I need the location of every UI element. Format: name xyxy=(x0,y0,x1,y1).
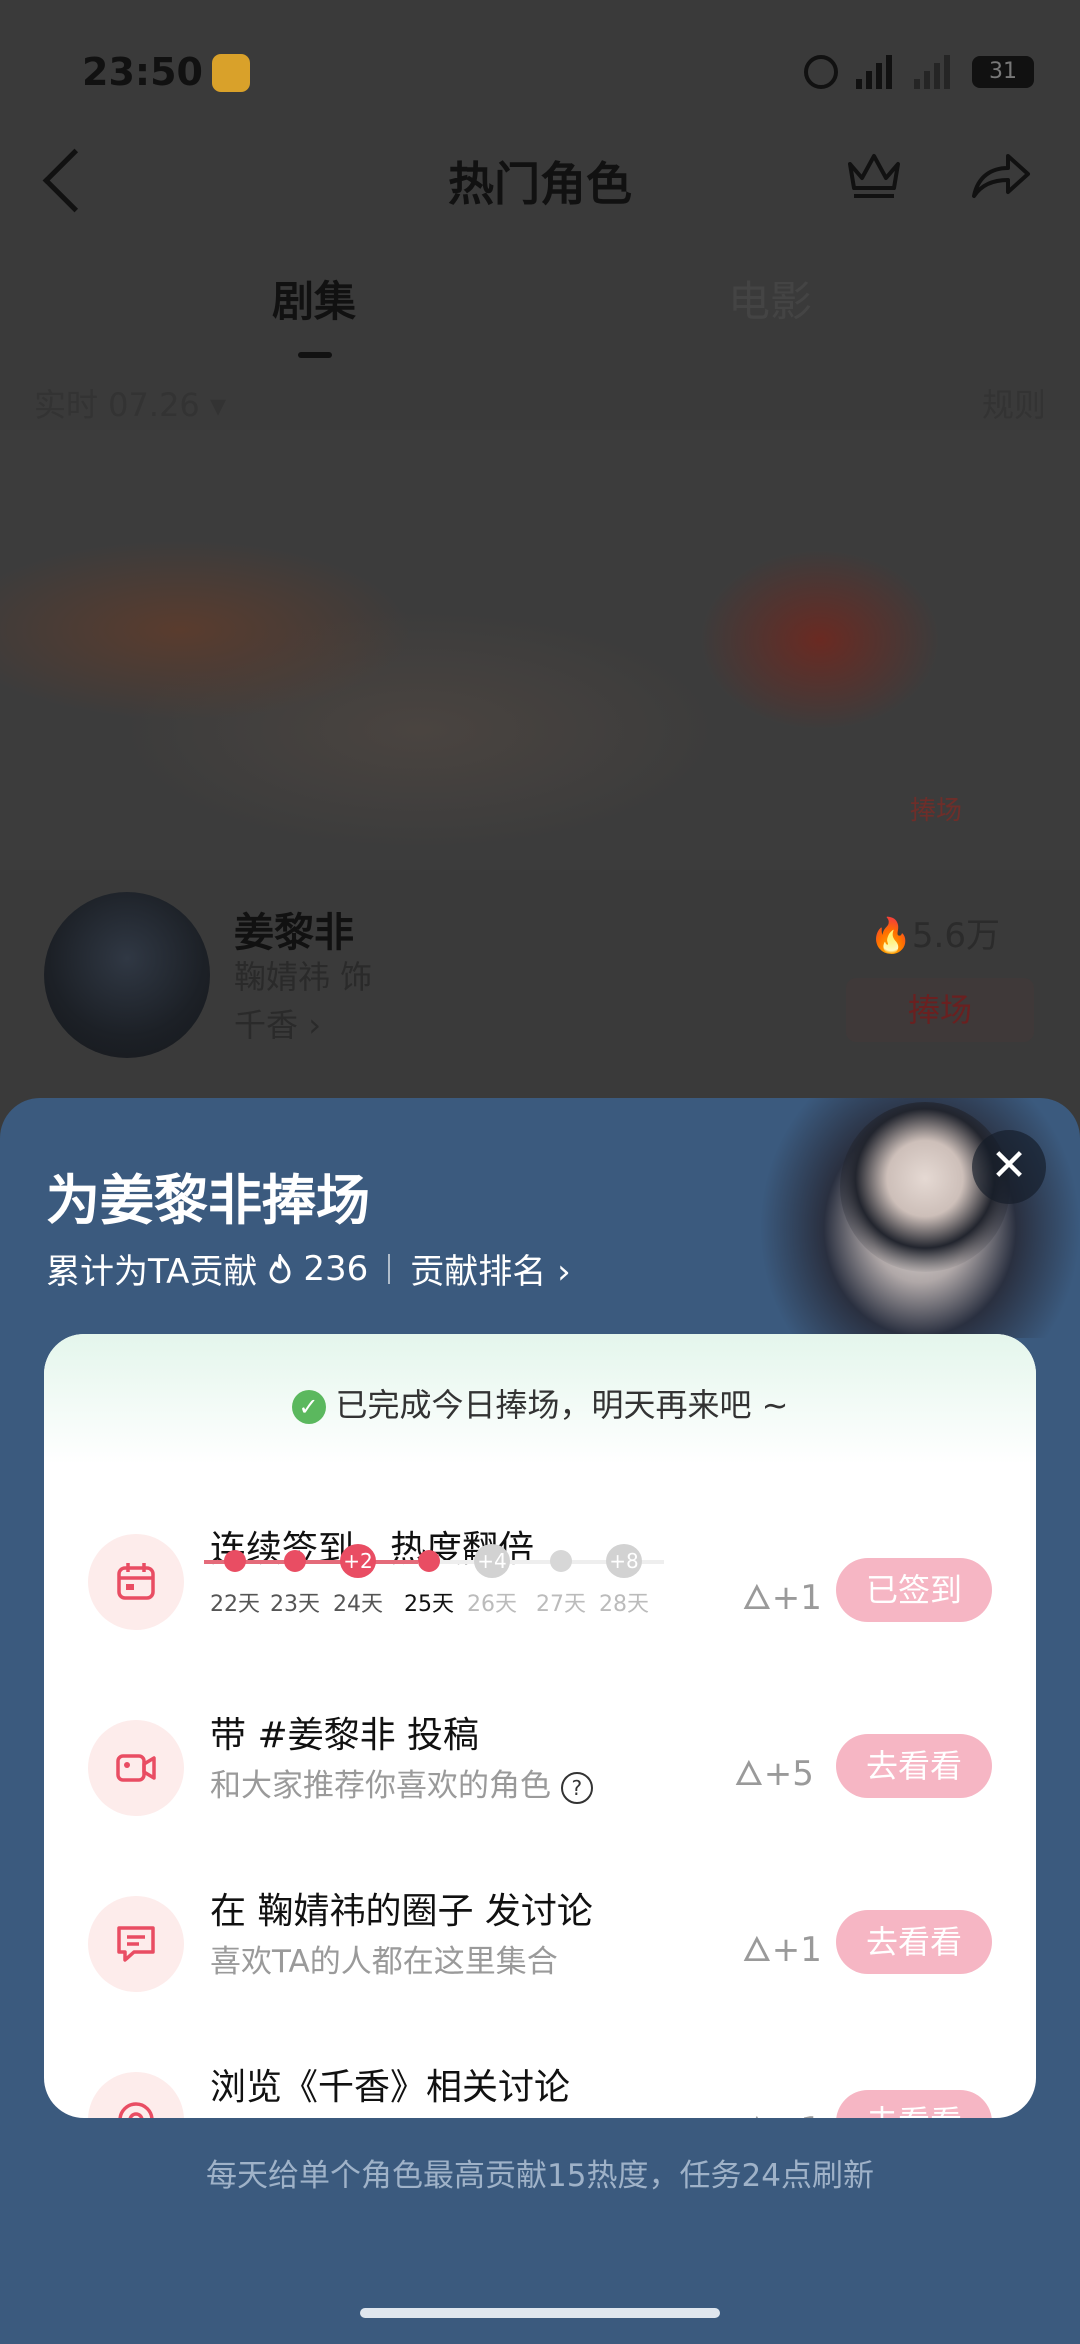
alarm-icon xyxy=(804,55,838,89)
character-show-link[interactable]: 千香 › xyxy=(234,1000,321,1046)
character-name: 姜黎非 xyxy=(234,910,354,956)
avatar[interactable] xyxy=(44,892,210,1058)
tab-series[interactable]: 剧集 xyxy=(272,268,356,329)
chevron-right-icon: › xyxy=(308,1006,321,1044)
sheet-title: 为姜黎非捧场 xyxy=(46,1169,370,1232)
task-checkin: 连续签到，热度翻倍 +2 +4 +8 22天 23天 24天 25天 26天 2… xyxy=(44,1500,1036,1670)
go-see-button[interactable]: 去看看 xyxy=(836,1910,992,1974)
flame-icon: 🜂 xyxy=(742,2110,772,2118)
help-icon[interactable]: ? xyxy=(560,1771,593,1804)
task-desc: 和大家推荐你喜欢的角色 ? xyxy=(210,1760,593,1805)
status-icons: 31 xyxy=(804,52,1034,92)
footer-note: 每天给单个角色最高贡献15热度，任务24点刷新 xyxy=(206,2158,874,2194)
page-title: 热门角色 xyxy=(448,157,632,211)
divider xyxy=(388,1253,391,1284)
flame-icon: 🜂 xyxy=(742,1930,772,1970)
reward-value: +1 xyxy=(772,2110,822,2118)
date-filter-label: 实时 07.26 xyxy=(34,386,200,424)
cheer-button[interactable]: 捧场 xyxy=(846,978,1034,1042)
contribution-summary: 累计为TA贡献 236 贡献排名 › xyxy=(46,1244,571,1293)
task-reward: 🜂+1 xyxy=(742,1560,822,1629)
date-filter[interactable]: 实时 07.26 ▾ xyxy=(34,380,226,426)
streak-day: 22天 xyxy=(210,1592,260,1617)
task-title: 带 #姜黎非 投稿 xyxy=(210,1715,480,1756)
reward-value: +5 xyxy=(763,1754,814,1794)
flame-icon: 🜂 xyxy=(734,1754,764,1794)
streak-dot xyxy=(550,1550,572,1572)
comment-icon xyxy=(88,1896,184,1992)
streak-day: 23天 xyxy=(270,1592,320,1617)
streak-dot xyxy=(224,1550,246,1572)
reward-value: +1 xyxy=(771,1578,822,1618)
chevron-right-icon: › xyxy=(557,1252,571,1292)
crown-icon[interactable] xyxy=(846,150,902,200)
tab-movie[interactable]: 电影 xyxy=(728,268,812,329)
task-reward: 🜂+1 xyxy=(742,1912,822,1981)
character-actor: 鞠婧祎 饰 xyxy=(234,958,373,996)
check-icon: ✓ xyxy=(291,1390,326,1424)
weibo-app-icon xyxy=(212,54,250,92)
tab-indicator xyxy=(298,352,332,358)
contribution-value: 236 xyxy=(303,1248,369,1289)
video-icon xyxy=(88,1720,184,1816)
streak-day: 26天 xyxy=(467,1592,517,1617)
location-icon xyxy=(88,2072,184,2118)
streak-dot xyxy=(284,1550,306,1572)
dropdown-icon: ▾ xyxy=(209,386,227,424)
streak-bonus-badge: +2 xyxy=(340,1544,376,1578)
contribution-label: 累计为TA贡献 xyxy=(46,1252,258,1292)
status-time: 23:50 xyxy=(82,50,203,94)
streak-dot xyxy=(418,1550,440,1572)
heat-value: 5.6万 xyxy=(911,916,1000,956)
task-title: 浏览《千香》相关讨论 xyxy=(210,2067,571,2108)
signal-icon xyxy=(914,55,954,89)
task-desc: 喜欢TA的人都在这里集合 xyxy=(210,1944,558,1980)
done-text: 已完成今日捧场，明天再来吧 ~ xyxy=(335,1386,789,1424)
show-label: 千香 xyxy=(234,1006,299,1044)
flame-icon xyxy=(269,1253,291,1283)
task-card: ✓ 已完成今日捧场，明天再来吧 ~ 连续签到，热度翻倍 +2 +4 +8 22天 … xyxy=(44,1334,1036,2118)
character-heat: 🔥5.6万 xyxy=(870,908,1000,957)
go-see-button[interactable]: 去看看 xyxy=(836,1734,992,1798)
task-discuss: 在 鞠婧祎的圈子 发讨论 喜欢TA的人都在这里集合 🜂+1 去看看 xyxy=(44,1862,1036,2022)
done-notice: ✓ 已完成今日捧场，明天再来吧 ~ xyxy=(44,1380,1036,1426)
streak-day: 27天 xyxy=(536,1592,586,1617)
streak-day: 24天 xyxy=(333,1592,383,1617)
checked-in-button[interactable]: 已签到 xyxy=(836,1558,992,1622)
tabs-divider xyxy=(0,362,1080,363)
banner-cheer-button[interactable]: 捧场 xyxy=(910,790,962,827)
rank-link[interactable]: 贡献排名 › xyxy=(410,1244,570,1293)
close-button[interactable]: ✕ xyxy=(972,1130,1046,1204)
task-reward: 🜂+1 xyxy=(742,2092,822,2118)
battery-icon: 31 xyxy=(972,56,1034,88)
streak-bonus-badge: +4 xyxy=(474,1544,510,1578)
share-icon[interactable] xyxy=(968,150,1032,202)
task-title: 在 鞠婧祎的圈子 发讨论 xyxy=(210,1891,593,1932)
signal-5g-icon xyxy=(856,55,896,89)
rank-label: 贡献排名 xyxy=(410,1252,547,1292)
go-see-button[interactable]: 去看看 xyxy=(836,2090,992,2118)
task-post: 带 #姜黎非 投稿 和大家推荐你喜欢的角色 ? 🜂+5 去看看 xyxy=(44,1686,1036,1846)
task-reward: 🜂+5 xyxy=(734,1736,814,1805)
streak-day: 28天 xyxy=(599,1592,649,1617)
calendar-icon xyxy=(88,1534,184,1630)
reward-value: +1 xyxy=(771,1930,822,1970)
flame-icon: 🔥 xyxy=(869,916,912,956)
task-browse: 浏览《千香》相关讨论 🜂+1 去看看 xyxy=(44,2038,1036,2118)
streak-day: 25天 xyxy=(404,1592,454,1617)
rules-link[interactable]: 规则 xyxy=(982,380,1046,426)
close-icon: ✕ xyxy=(990,1140,1028,1191)
home-indicator[interactable] xyxy=(360,2308,720,2318)
task-desc-text: 和大家推荐你喜欢的角色 xyxy=(210,1768,551,1804)
streak-bonus-badge: +8 xyxy=(606,1544,642,1578)
flame-icon: 🜂 xyxy=(742,1578,772,1618)
